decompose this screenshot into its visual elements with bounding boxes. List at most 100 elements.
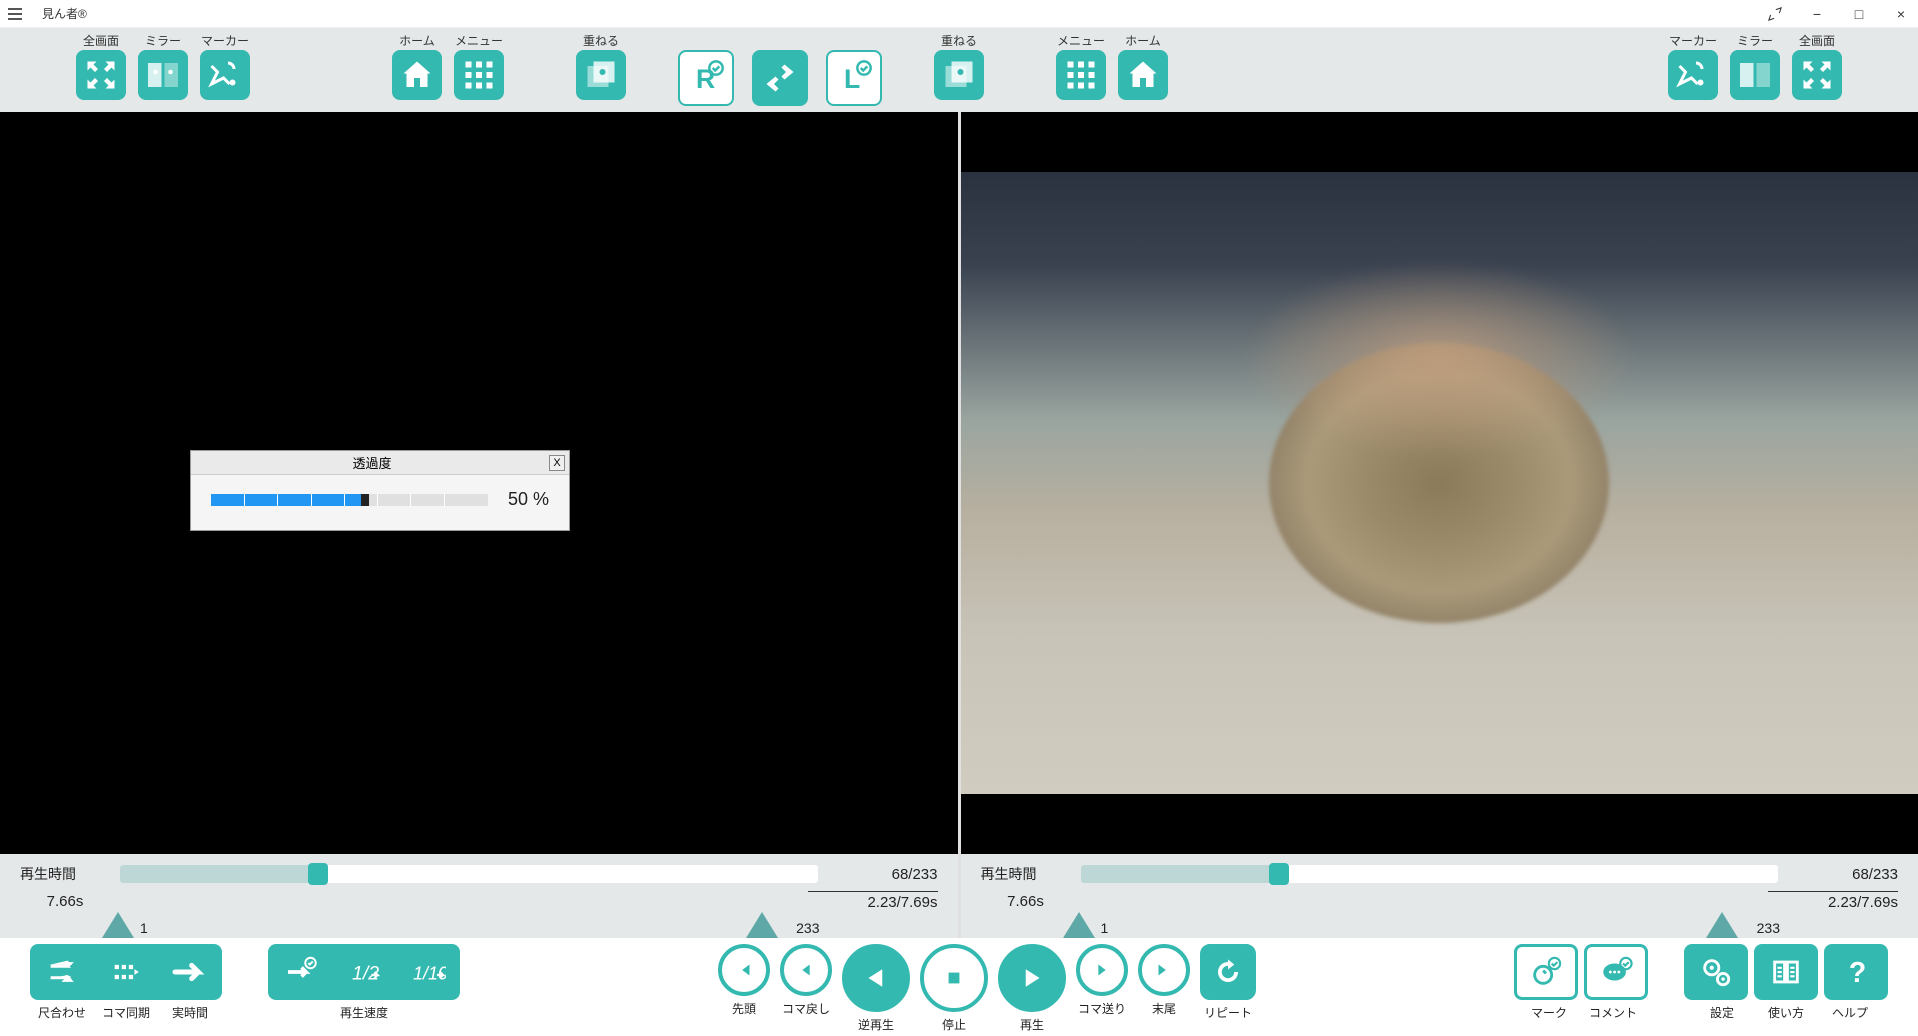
speed-label: 再生速度	[332, 1004, 396, 1021]
right-end-marker-label: 233	[1757, 920, 1780, 936]
shakuawase-label: 尺合わせ	[30, 1004, 94, 1021]
top-toolbar: 全画面 ミラー マーカー ホーム メニュー 重ねる R L 重ねる メニュー ホ…	[0, 28, 1918, 112]
gyakusaisei-label: 逆再生	[858, 1016, 894, 1033]
usage-button[interactable]	[1754, 944, 1818, 1000]
mirror-left-button[interactable]	[138, 50, 188, 100]
left-start-marker-icon[interactable]	[102, 912, 134, 938]
speed-1x-button[interactable]	[268, 944, 332, 1000]
sentou-label: 先頭	[732, 1000, 756, 1017]
settings-button[interactable]	[1684, 944, 1748, 1000]
right-timeline-thumb[interactable]	[1269, 863, 1289, 885]
mark-label: マーク	[1517, 1004, 1581, 1021]
marker-right-label: マーカー	[1669, 32, 1717, 48]
marker-left-button[interactable]	[200, 50, 250, 100]
komaokuri-label: コマ送り	[1078, 1000, 1126, 1017]
titlebar: 見ん者® − □ ×	[0, 0, 1918, 28]
right-timeline-track[interactable]	[1081, 865, 1779, 883]
left-end-marker-label: 233	[796, 920, 819, 936]
opacity-value: 50 %	[508, 489, 549, 510]
opacity-slider[interactable]	[211, 494, 488, 506]
left-current-time: 7.66s	[20, 893, 110, 910]
comment-label: コメント	[1581, 1004, 1645, 1021]
marker-left-label: マーカー	[201, 32, 249, 48]
right-end-marker-icon[interactable]	[1706, 912, 1738, 938]
help-label: ヘルプ	[1818, 1004, 1882, 1021]
right-pane: 再生時間 68/233 7.66s 2.23/7.69s 1 233	[961, 112, 1918, 938]
speed-half-button[interactable]: 1/2	[332, 944, 396, 1000]
mirror-right-label: ミラー	[1737, 32, 1773, 48]
gyakusaisei-button[interactable]	[842, 944, 910, 1012]
teishi-label: 停止	[942, 1016, 966, 1033]
fullscreen-left-button[interactable]	[76, 50, 126, 100]
jitsujikan-button[interactable]	[158, 944, 222, 1000]
right-frame-count: 68/233	[1788, 866, 1898, 883]
right-start-marker-label: 1	[1101, 920, 1109, 936]
overlay-left-label: 重ねる	[583, 32, 619, 48]
window-minimize-icon[interactable]: −	[1808, 5, 1826, 23]
matsubi-button[interactable]	[1138, 944, 1190, 996]
matsubi-label: 末尾	[1152, 1000, 1176, 1017]
shakuawase-button[interactable]	[30, 944, 94, 1000]
right-timeline: 再生時間 68/233 7.66s 2.23/7.69s 1 233	[961, 854, 1918, 938]
right-video-frame	[961, 172, 1918, 794]
left-timeline-thumb[interactable]	[308, 863, 328, 885]
menu-left-label: メニュー	[455, 32, 503, 48]
overlay-right-label: 重ねる	[941, 32, 977, 48]
menu-right-button[interactable]	[1056, 50, 1106, 100]
window-expand-icon[interactable]	[1766, 5, 1784, 23]
opacity-dialog: 透過度X 50 %	[190, 450, 570, 531]
home-right-button[interactable]	[1118, 50, 1168, 100]
hamburger-menu-icon[interactable]	[8, 4, 28, 24]
mark-button[interactable]	[1514, 944, 1578, 1000]
settings-label: 設定	[1690, 1004, 1754, 1021]
right-video-view[interactable]	[961, 112, 1918, 854]
right-duration: 2.23/7.69s	[1768, 891, 1898, 911]
marker-right-button[interactable]	[1668, 50, 1718, 100]
saisei-button[interactable]	[998, 944, 1066, 1012]
fullscreen-right-button[interactable]	[1792, 50, 1842, 100]
r-check-button[interactable]: R	[678, 50, 734, 106]
opacity-dialog-close-icon[interactable]: X	[549, 455, 565, 471]
opacity-dialog-title: 透過度	[195, 453, 549, 472]
right-current-time: 7.66s	[981, 893, 1071, 910]
video-area: 透過度X 50 % 再生時間 68/233 7.66s 2.23/7.69s	[0, 112, 1918, 938]
comment-button[interactable]	[1584, 944, 1648, 1000]
repeat-button[interactable]	[1200, 944, 1256, 1000]
left-timeline-track[interactable]	[120, 865, 818, 883]
komamodoshi-label: コマ戻し	[782, 1000, 830, 1017]
svg-text:?: ?	[1849, 957, 1866, 989]
home-right-label: ホーム	[1125, 32, 1161, 48]
window-close-icon[interactable]: ×	[1892, 5, 1910, 23]
overlay-right-button[interactable]	[934, 50, 984, 100]
left-pane: 透過度X 50 % 再生時間 68/233 7.66s 2.23/7.69s	[0, 112, 961, 938]
komamodoshi-button[interactable]	[780, 944, 832, 996]
komadouki-label: コマ同期	[94, 1004, 158, 1021]
speed-tenth-button[interactable]: 1/10	[396, 944, 460, 1000]
right-start-marker-icon[interactable]	[1063, 912, 1095, 938]
komadouki-button[interactable]	[94, 944, 158, 1000]
mirror-left-label: ミラー	[145, 32, 181, 48]
home-left-label: ホーム	[399, 32, 435, 48]
left-frame-count: 68/233	[828, 866, 938, 883]
l-check-button[interactable]: L	[826, 50, 882, 106]
komaokuri-button[interactable]	[1076, 944, 1128, 996]
left-video-view[interactable]: 透過度X 50 %	[0, 112, 958, 854]
home-left-button[interactable]	[392, 50, 442, 100]
right-playtime-label: 再生時間	[981, 864, 1071, 884]
overlay-left-button[interactable]	[576, 50, 626, 100]
menu-left-button[interactable]	[454, 50, 504, 100]
saisei-label: 再生	[1020, 1016, 1044, 1033]
left-start-marker-label: 1	[140, 920, 148, 936]
bottom-bar: 尺合わせ コマ同期 実時間 1/2 1/10 再生速度 先頭 コマ戻し 逆再生 …	[0, 938, 1918, 1036]
sentou-button[interactable]	[718, 944, 770, 996]
menu-right-label: メニュー	[1057, 32, 1105, 48]
mirror-right-button[interactable]	[1730, 50, 1780, 100]
teishi-button[interactable]	[920, 944, 988, 1012]
repeat-label: リピート	[1204, 1004, 1252, 1021]
window-maximize-icon[interactable]: □	[1850, 5, 1868, 23]
jitsujikan-label: 実時間	[158, 1004, 222, 1021]
left-timeline: 再生時間 68/233 7.66s 2.23/7.69s 1 233	[0, 854, 958, 938]
help-button[interactable]: ?	[1824, 944, 1888, 1000]
swap-button[interactable]	[752, 50, 808, 106]
left-end-marker-icon[interactable]	[746, 912, 778, 938]
